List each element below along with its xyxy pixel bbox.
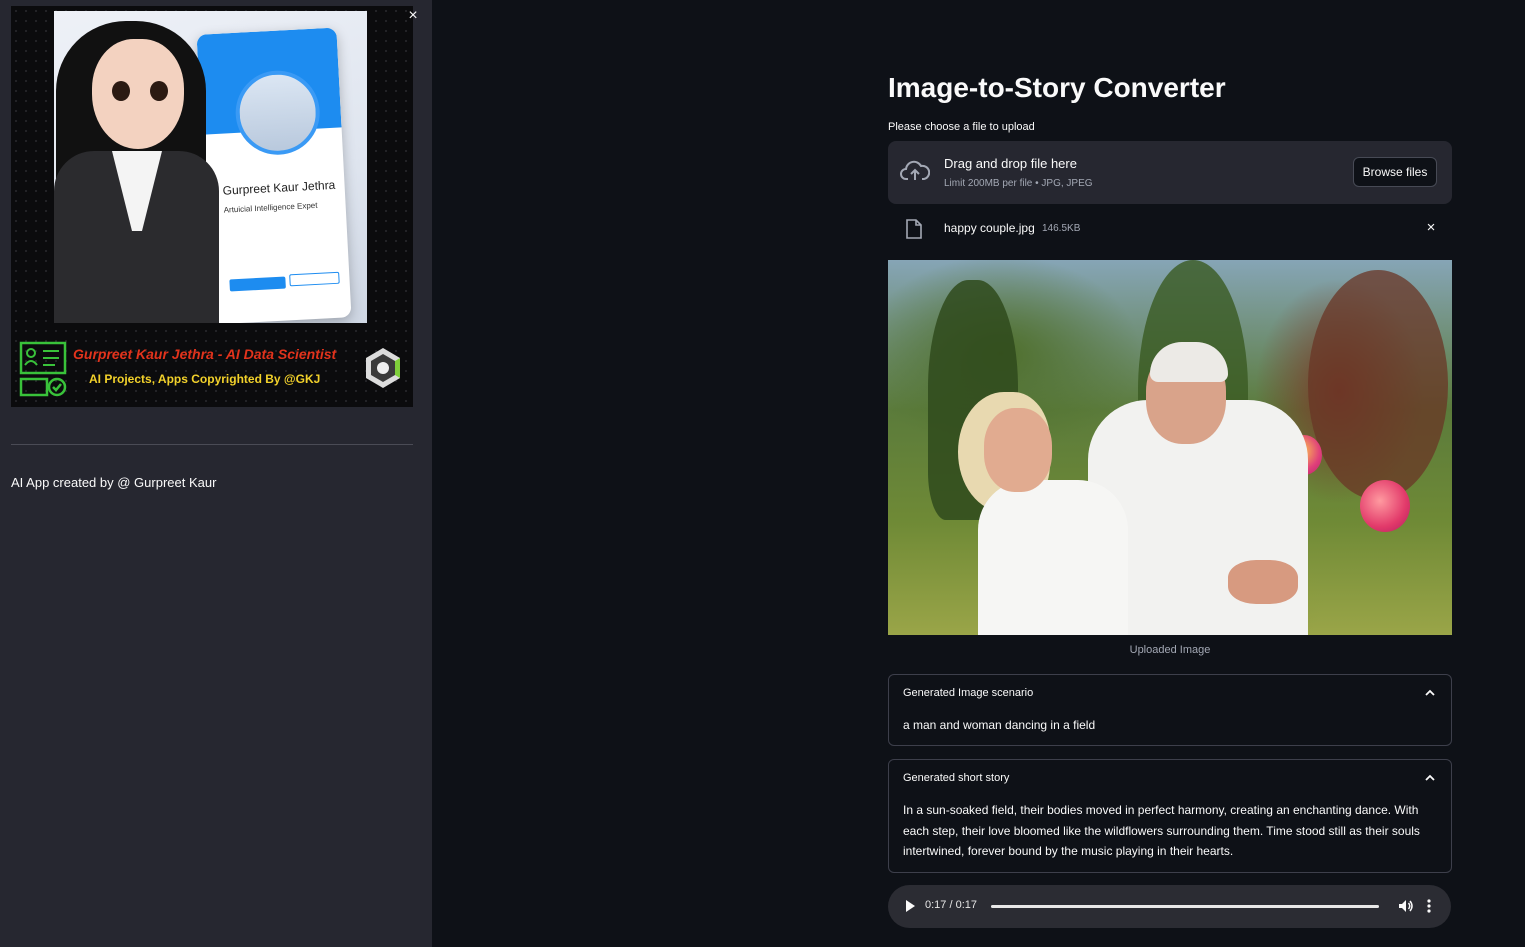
story-header: Generated short story (903, 772, 1010, 784)
sidebar-divider (11, 444, 413, 445)
uploaded-file-row: happy couple.jpg 146.5KB × (888, 214, 1452, 244)
audio-time: 0:17 / 0:17 (925, 899, 977, 911)
file-name: happy couple.jpg (944, 221, 1035, 235)
profile-card-illustration: Gurpreet Kaur Jethra Artuicial Intellige… (196, 27, 352, 323)
remove-file-icon[interactable]: × (1422, 219, 1440, 237)
banner-subtitle: AI Projects, Apps Copyrighted By @GKJ (89, 372, 321, 386)
dropzone-limit: Limit 200MB per file • JPG, JPEG (944, 178, 1093, 189)
chevron-up-icon[interactable] (1423, 771, 1437, 785)
file-dropzone[interactable]: Drag and drop file here Limit 200MB per … (888, 141, 1452, 204)
story-text: In a sun-soaked field, their bodies move… (903, 803, 1420, 858)
file-size: 146.5KB (1042, 223, 1081, 234)
banner-footer: Gurpreet Kaur Jethra - AI Data Scientist… (11, 336, 413, 407)
audio-progress-bar[interactable] (991, 905, 1379, 908)
scenario-header: Generated Image scenario (903, 687, 1034, 699)
volume-icon[interactable] (1398, 898, 1414, 914)
scenario-expander[interactable]: Generated Image scenario a man and woman… (888, 674, 1452, 746)
uploaded-image (888, 260, 1452, 635)
card-title: Artuicial Intelligence Expet (223, 200, 318, 215)
page-title: Image-to-Story Converter (888, 72, 1226, 103)
more-options-icon[interactable] (1424, 897, 1434, 915)
image-caption: Uploaded Image (1129, 644, 1211, 656)
close-sidebar-icon[interactable]: × (403, 6, 423, 26)
audio-player: 0:17 / 0:17 (888, 885, 1451, 928)
certificate-icon (19, 341, 67, 397)
cloud-upload-icon (900, 160, 930, 180)
play-icon[interactable] (904, 899, 916, 913)
audio-progress-fill (991, 905, 1379, 908)
scenario-text: a man and woman dancing in a field (903, 718, 1096, 732)
sidebar: Gurpreet Kaur Jethra Artuicial Intellige… (0, 0, 432, 947)
card-name: Gurpreet Kaur Jethra (222, 177, 336, 198)
sidebar-credit: AI App created by @ Gurpreet Kaur (11, 475, 217, 490)
file-icon (906, 219, 922, 239)
browse-files-button[interactable]: Browse files (1353, 157, 1437, 187)
dropzone-title: Drag and drop file here (944, 156, 1077, 171)
story-expander[interactable]: Generated short story In a sun-soaked fi… (888, 759, 1452, 873)
banner-title: Gurpreet Kaur Jethra - AI Data Scientist (73, 346, 337, 362)
profile-banner-image: Gurpreet Kaur Jethra Artuicial Intellige… (11, 6, 413, 407)
hexagon-logo-icon (366, 348, 400, 388)
upload-label: Please choose a file to upload (888, 121, 1035, 133)
chevron-up-icon[interactable] (1423, 686, 1437, 700)
portrait-illustration: Gurpreet Kaur Jethra Artuicial Intellige… (54, 11, 367, 323)
